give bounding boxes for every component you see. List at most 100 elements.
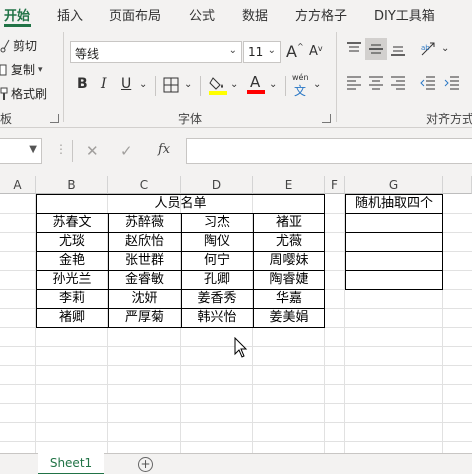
confirm-icon[interactable]: ✓ (120, 142, 133, 160)
column-header-g[interactable]: G (345, 176, 443, 194)
formula-divider (72, 140, 73, 162)
column-header-a[interactable]: A (0, 176, 36, 194)
table-cell[interactable]: 孔卿 (181, 271, 253, 289)
underline-dropdown-icon[interactable]: ⌄ (139, 79, 147, 90)
column-header-f[interactable]: F (325, 176, 345, 194)
grow-font-label: A (286, 42, 297, 61)
format-painter-label: 格式刷 (11, 87, 48, 101)
formula-input[interactable] (186, 138, 472, 164)
table-cell[interactable]: 苏醉薇 (108, 214, 181, 232)
name-box[interactable]: ▼ (0, 138, 42, 164)
table-cell[interactable]: 韩兴怡 (181, 309, 253, 327)
table-cell[interactable]: 张世群 (108, 252, 181, 270)
table-title-cell[interactable]: 人员名单 (36, 195, 325, 213)
phonetic-dropdown-icon[interactable]: ⌄ (313, 79, 321, 90)
table-cell[interactable]: 褚卿 (36, 309, 108, 327)
table-cell[interactable]: 姜香秀 (181, 290, 253, 308)
column-header-c[interactable]: C (108, 176, 181, 194)
ribbon: 剪切 复制 ▾ 格式刷 板 等线 ⌄ 11 ⌄ A^ Av B I U ⌄ ⌄ … (0, 28, 472, 128)
borders-dropdown-icon[interactable]: ⌄ (184, 79, 192, 90)
table-cell[interactable]: 沈妍 (108, 290, 181, 308)
add-sheet-icon[interactable]: + (138, 457, 153, 472)
tab-fangfang[interactable]: 方方格子 (295, 5, 347, 24)
random-pick-header-cell[interactable]: 随机抽取四个 (345, 195, 443, 213)
table-cell[interactable]: 金艳 (36, 252, 108, 270)
table-cell[interactable]: 陶仪 (181, 233, 253, 251)
cancel-icon[interactable]: ✕ (86, 142, 99, 160)
decrease-indent-icon[interactable] (420, 76, 436, 90)
alignment-group-label: 对齐方式 (426, 112, 472, 126)
column-header-h[interactable] (443, 176, 472, 194)
shrink-font-button[interactable]: Av (309, 44, 323, 59)
tab-data[interactable]: 数据 (242, 5, 268, 24)
orientation-dropdown-icon[interactable]: ⌄ (441, 43, 449, 54)
table-cell[interactable]: 赵欣怡 (108, 233, 181, 251)
table-border (345, 289, 443, 290)
cut-button[interactable]: 剪切 (0, 37, 37, 54)
table-cell[interactable]: 褚亚 (253, 214, 325, 232)
sheet-tab-sheet1[interactable]: Sheet1 (38, 453, 104, 474)
font-size-select[interactable]: 11 ⌄ (243, 41, 281, 63)
chevron-down-icon: ⌄ (228, 45, 237, 56)
tab-insert[interactable]: 插入 (57, 5, 83, 24)
table-border (345, 270, 443, 271)
increase-indent-icon[interactable] (444, 76, 460, 90)
borders-icon[interactable] (163, 77, 179, 93)
grow-font-button[interactable]: A^ (286, 42, 304, 61)
scissors-icon (0, 39, 10, 52)
font-color-dropdown-icon[interactable]: ⌄ (269, 79, 277, 90)
orientation-icon[interactable]: ab (420, 41, 438, 57)
copy-button[interactable]: 复制 ▾ (0, 61, 43, 78)
drag-handle-icon[interactable]: ⋮ (55, 142, 67, 156)
italic-button[interactable]: I (101, 76, 107, 92)
toolbar-divider (200, 76, 201, 96)
column-header-b[interactable]: B (36, 176, 108, 194)
table-cell[interactable]: 何宁 (181, 252, 253, 270)
font-launcher-icon[interactable] (322, 114, 331, 123)
align-center-icon[interactable] (368, 76, 384, 90)
table-cell[interactable]: 严厚菊 (108, 309, 181, 327)
bold-button[interactable]: B (77, 76, 88, 92)
underline-button[interactable]: U (121, 76, 131, 92)
table-cell[interactable]: 孙光兰 (36, 271, 108, 289)
paintbrush-icon (0, 87, 8, 100)
align-top-icon[interactable] (346, 42, 362, 56)
column-header-e[interactable]: E (253, 176, 325, 194)
table-cell[interactable]: 尤薇 (253, 233, 325, 251)
insert-function-icon[interactable]: fx (158, 142, 170, 157)
shrink-font-label: A (309, 44, 318, 59)
table-cell[interactable]: 习杰 (181, 214, 253, 232)
align-bottom-icon[interactable] (390, 42, 406, 56)
table-border (345, 232, 443, 233)
table-cell[interactable]: 苏春文 (36, 214, 108, 232)
tab-home[interactable]: 开始 (4, 5, 30, 24)
phonetic-top-label: wén (292, 73, 309, 82)
worksheet-grid[interactable]: A B C D E F G 人员名单 随机抽取四个 苏春文 苏醉薇 习杰 褚亚 … (0, 176, 472, 453)
align-left-icon[interactable] (346, 76, 362, 90)
align-middle-icon[interactable] (368, 42, 384, 56)
copy-dropdown-icon[interactable]: ▾ (38, 65, 43, 75)
fill-color-icon[interactable] (209, 75, 227, 95)
fill-color-dropdown-icon[interactable]: ⌄ (230, 79, 238, 90)
font-color-button[interactable]: A (247, 73, 265, 94)
gridline (0, 422, 472, 423)
table-cell[interactable]: 李莉 (36, 290, 108, 308)
table-cell[interactable]: 尤琰 (36, 233, 108, 251)
ribbon-tab-bar: 开始 插入 页面布局 公式 数据 方方格子 DIY工具箱 (0, 0, 472, 28)
font-size-value: 11 (248, 45, 264, 59)
font-name-select[interactable]: 等线 ⌄ (70, 41, 242, 63)
table-cell[interactable]: 华嘉 (253, 290, 325, 308)
tab-diy-toolbox[interactable]: DIY工具箱 (374, 5, 435, 24)
table-cell[interactable]: 姜美娟 (253, 309, 325, 327)
align-right-icon[interactable] (390, 76, 406, 90)
tab-page-layout[interactable]: 页面布局 (109, 5, 161, 24)
table-cell[interactable]: 陶睿婕 (253, 271, 325, 289)
table-cell[interactable]: 金睿敏 (108, 271, 181, 289)
clipboard-launcher-icon[interactable] (50, 114, 59, 123)
tab-formulas[interactable]: 公式 (189, 5, 215, 24)
toolbar-divider (285, 76, 286, 96)
table-cell[interactable]: 周嘤妹 (253, 252, 325, 270)
phonetic-guide-button[interactable]: wén 文 (290, 73, 312, 98)
format-painter-button[interactable]: 格式刷 (0, 85, 47, 102)
column-header-d[interactable]: D (181, 176, 253, 194)
